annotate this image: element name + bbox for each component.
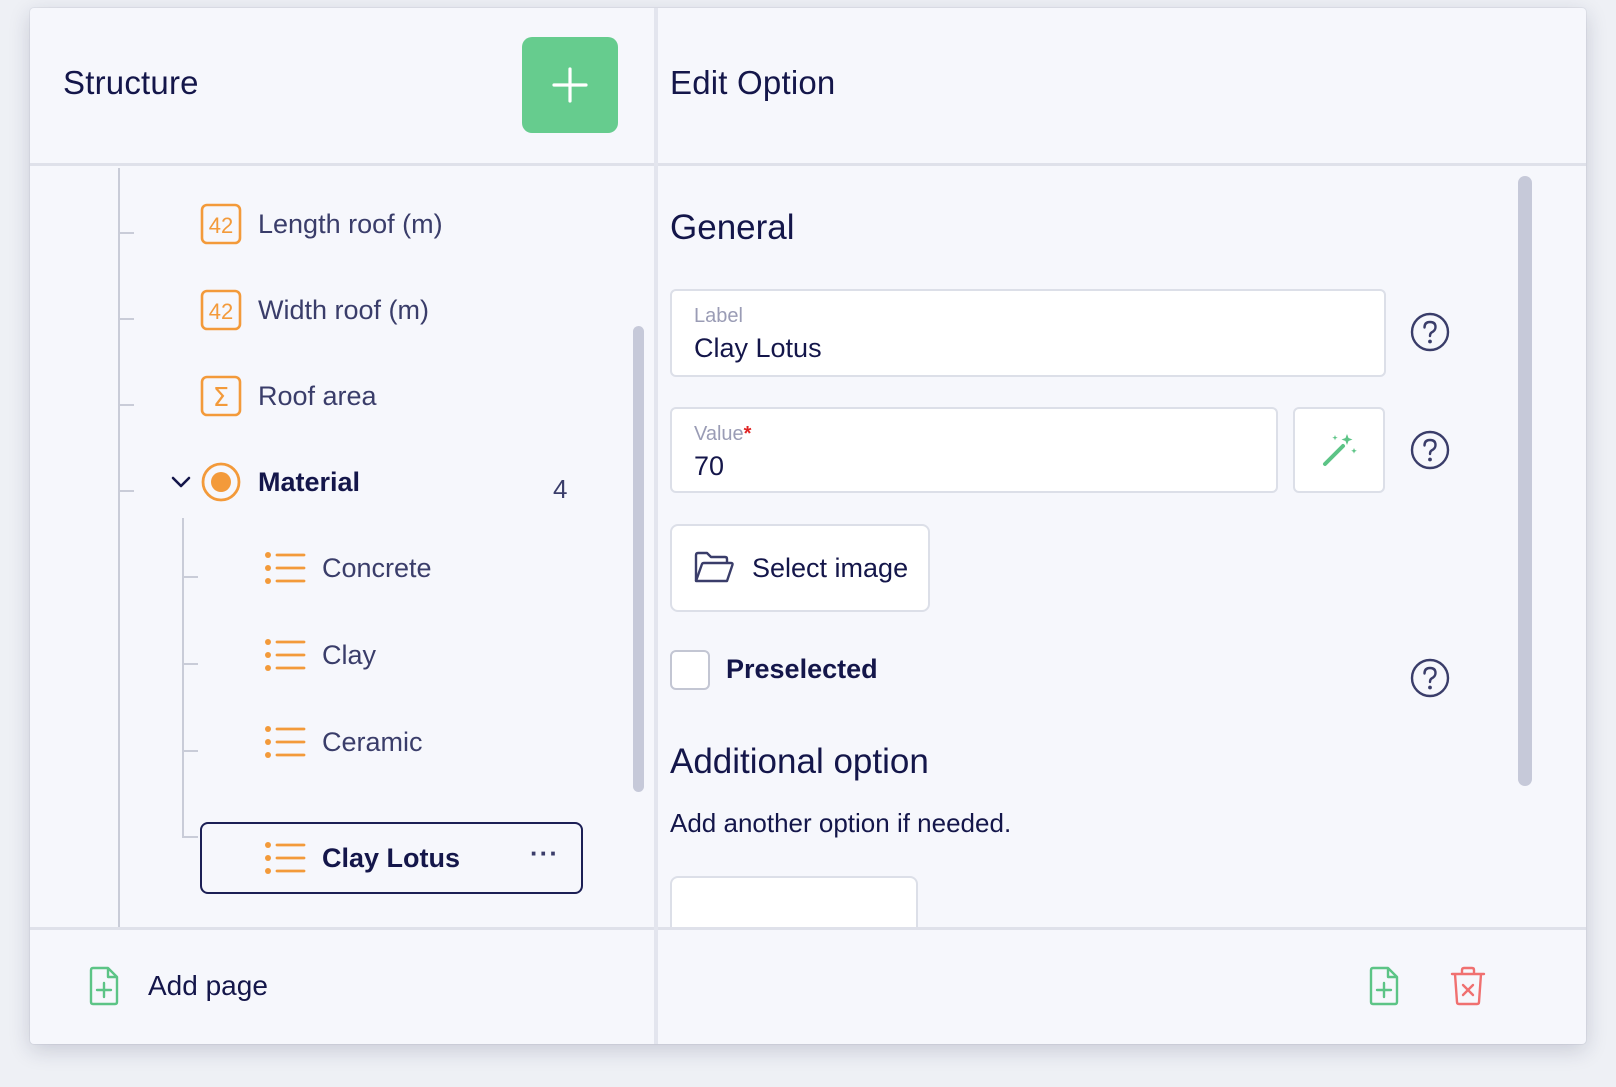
additional-description: Add another option if needed. bbox=[670, 808, 1012, 838]
folder-open-icon bbox=[694, 551, 734, 583]
list-icon bbox=[265, 842, 306, 874]
edit-form: General Label Clay Lotus Value* 70 Selec… bbox=[658, 168, 1586, 928]
sigma-icon: Σ bbox=[200, 375, 242, 417]
tree-tick bbox=[118, 404, 134, 406]
add-file-icon bbox=[89, 966, 119, 1006]
add-option-button[interactable] bbox=[670, 876, 918, 928]
label-field-value[interactable]: Clay Lotus bbox=[694, 333, 822, 364]
tree-scrollbar[interactable] bbox=[633, 326, 644, 792]
tree-tick bbox=[118, 318, 134, 320]
tree-tick bbox=[182, 750, 198, 752]
tree-tick bbox=[182, 836, 198, 838]
list-icon bbox=[265, 726, 306, 758]
list-icon bbox=[265, 552, 306, 584]
header-divider-right bbox=[658, 163, 1586, 166]
tree-item-label: Clay bbox=[322, 639, 377, 670]
general-section-title: General bbox=[670, 208, 795, 247]
value-label-text: Value bbox=[694, 423, 744, 445]
tree-item-label: Ceramic bbox=[322, 726, 423, 757]
tree-item-clay-lotus[interactable]: Clay Lotus bbox=[264, 828, 460, 888]
preselected-checkbox[interactable] bbox=[670, 650, 710, 690]
edit-title: Edit Option bbox=[670, 64, 836, 101]
tree-item-roof-area[interactable]: Σ Roof area bbox=[200, 366, 377, 426]
add-page-label: Add page bbox=[148, 970, 268, 1001]
tree-item-label: Material bbox=[258, 466, 361, 497]
edit-header: Edit Option bbox=[658, 8, 1586, 166]
structure-header: Structure bbox=[30, 8, 654, 166]
edit-footer bbox=[658, 930, 1586, 1044]
select-image-button[interactable]: Select image bbox=[670, 524, 930, 612]
add-element-button[interactable] bbox=[522, 37, 618, 133]
tree-item-ceramic[interactable]: Ceramic bbox=[264, 712, 423, 772]
number-badge-text: 42 bbox=[209, 213, 233, 238]
more-options-icon[interactable]: ··· bbox=[530, 838, 559, 869]
structure-footer: Add page bbox=[30, 930, 654, 1044]
radio-icon bbox=[201, 462, 241, 502]
tree-guide-line bbox=[118, 168, 120, 928]
number-badge-text: 42 bbox=[209, 299, 233, 324]
tree-item-length-roof[interactable]: 42 Length roof (m) bbox=[200, 194, 443, 254]
tree-tick bbox=[118, 232, 134, 234]
tree-guide-line-nested bbox=[182, 518, 184, 838]
help-icon[interactable] bbox=[1410, 312, 1450, 352]
magic-wand-icon bbox=[1323, 434, 1357, 466]
header-divider-left bbox=[30, 163, 654, 166]
tree-item-clay[interactable]: Clay bbox=[264, 625, 376, 685]
form-scrollbar[interactable] bbox=[1518, 176, 1532, 786]
tree-tick bbox=[182, 576, 198, 578]
additional-section-title: Additional option bbox=[670, 742, 929, 781]
generate-value-button[interactable] bbox=[1293, 407, 1385, 493]
value-field[interactable]: Value* 70 bbox=[670, 407, 1278, 493]
number-42-icon: 42 bbox=[200, 203, 242, 245]
tree-item-label: Clay Lotus bbox=[322, 842, 461, 873]
add-file-icon[interactable] bbox=[1368, 966, 1400, 1006]
plus-icon bbox=[552, 67, 588, 103]
trash-icon[interactable] bbox=[1450, 966, 1486, 1006]
list-icon bbox=[265, 639, 306, 671]
required-marker: * bbox=[743, 423, 752, 445]
tree-item-label: Length roof (m) bbox=[258, 208, 443, 239]
structure-title: Structure bbox=[63, 64, 199, 101]
tree-item-width-roof[interactable]: 42 Width roof (m) bbox=[200, 280, 429, 340]
tree-tick bbox=[118, 490, 134, 492]
help-icon[interactable] bbox=[1410, 430, 1450, 470]
label-field[interactable]: Label Clay Lotus bbox=[670, 289, 1386, 377]
tree-item-label: Concrete bbox=[322, 552, 432, 583]
app-window: Structure 42 Length roof (m) 42 Width ro… bbox=[30, 8, 1586, 1044]
label-field-label: Label bbox=[694, 305, 743, 327]
sigma-glyph: Σ bbox=[213, 383, 229, 413]
help-icon[interactable] bbox=[1410, 658, 1450, 698]
number-42-icon: 42 bbox=[200, 289, 242, 331]
add-page-button[interactable]: Add page bbox=[88, 966, 268, 1006]
tree-item-material[interactable]: Material bbox=[200, 452, 360, 512]
value-field-label: Value* bbox=[694, 423, 751, 446]
chevron-down-icon[interactable] bbox=[170, 474, 192, 490]
material-option-count: 4 bbox=[553, 474, 568, 504]
tree-tick bbox=[182, 663, 198, 665]
value-field-value[interactable]: 70 bbox=[694, 451, 724, 482]
preselected-label: Preselected bbox=[726, 654, 878, 684]
tree-item-label: Roof area bbox=[258, 380, 377, 411]
tree-item-label: Width roof (m) bbox=[258, 294, 430, 325]
tree-item-concrete[interactable]: Concrete bbox=[264, 538, 432, 598]
select-image-label: Select image bbox=[752, 552, 909, 583]
structure-tree: 42 Length roof (m) 42 Width roof (m) Σ R… bbox=[30, 168, 654, 928]
